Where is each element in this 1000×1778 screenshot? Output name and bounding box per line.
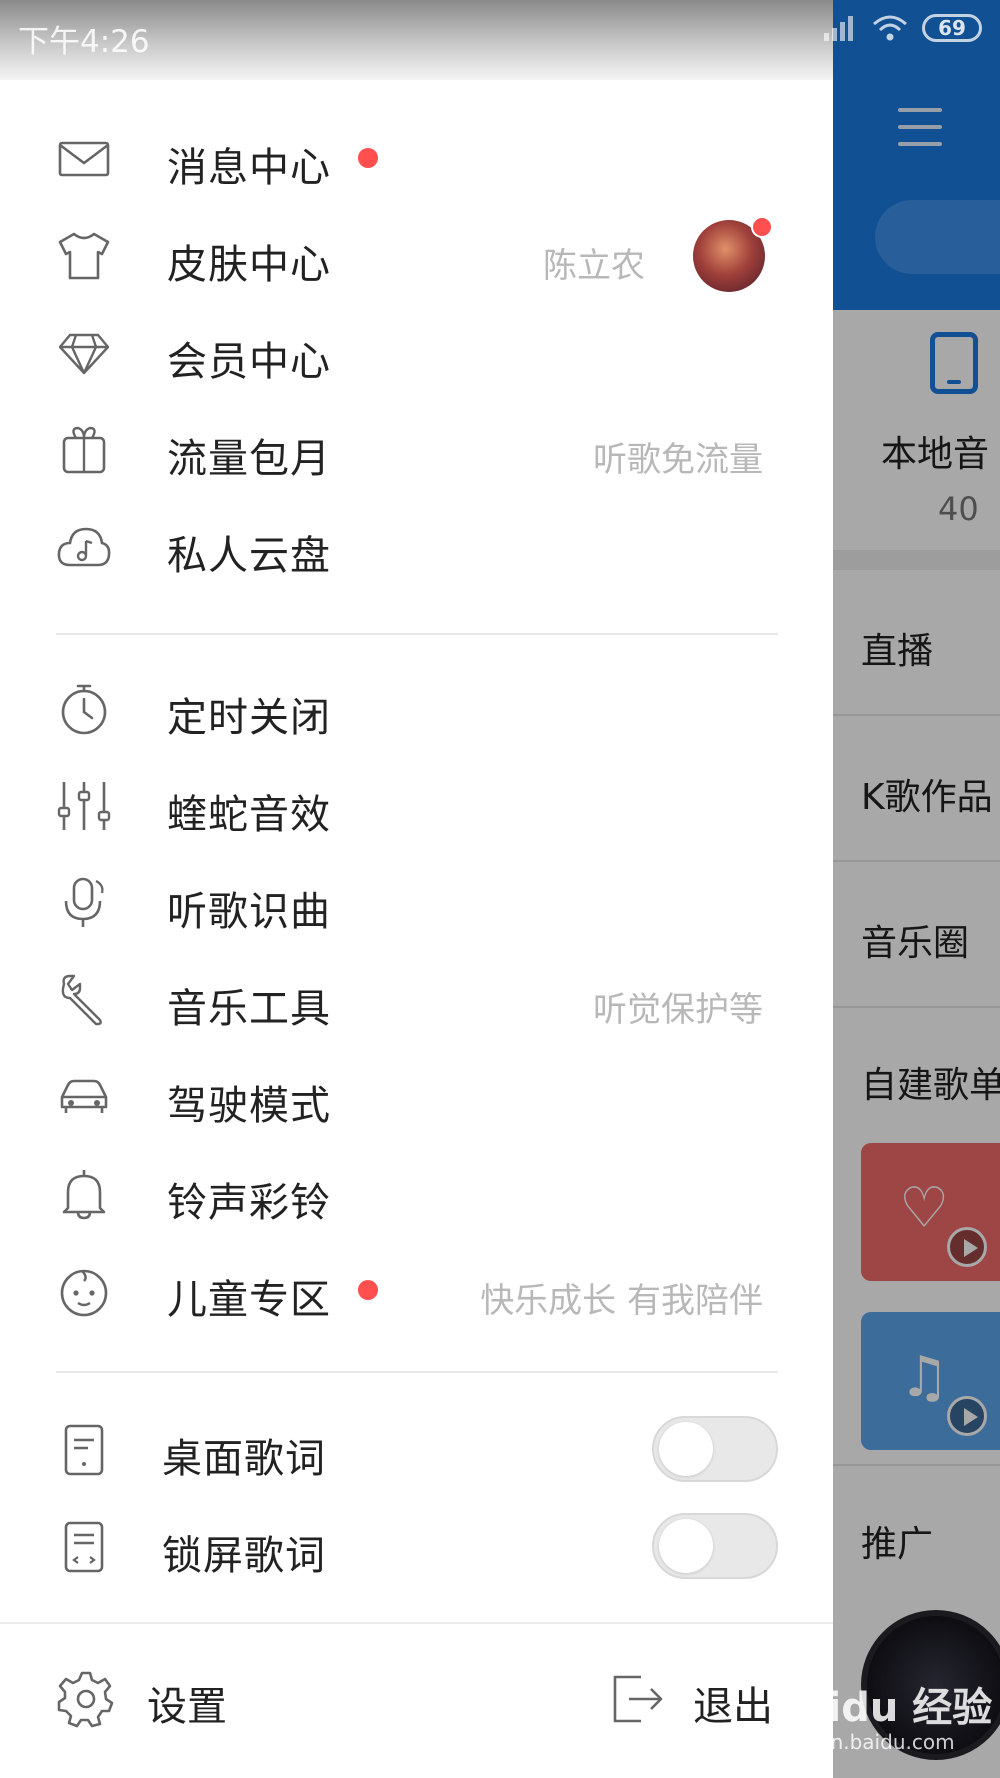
exit-button[interactable]: 退出 bbox=[693, 1674, 773, 1732]
menu-label: 消息中心 bbox=[167, 145, 331, 191]
drawer-bottom-bar: 设置 退出 bbox=[0, 1622, 833, 1778]
menu-item-music-tools[interactable]: 音乐工具 听觉保护等 bbox=[0, 954, 833, 1046]
lockscreen-lyrics-toggle[interactable] bbox=[652, 1513, 778, 1579]
menu-item-lockscreen-lyrics: 锁屏歌词 bbox=[0, 1501, 833, 1593]
tshirt-icon bbox=[56, 228, 112, 284]
baidu-watermark: Baidu 经验 bbox=[770, 1685, 993, 1731]
menu-item-sound-effects[interactable]: 蝰蛇音效 bbox=[0, 760, 833, 852]
exit-icon[interactable] bbox=[607, 1669, 667, 1729]
desktop-lyrics-toggle[interactable] bbox=[652, 1416, 778, 1482]
menu-label: 儿童专区 bbox=[167, 1277, 331, 1323]
notification-dot bbox=[358, 148, 378, 168]
menu-item-sleep-timer[interactable]: 定时关闭 bbox=[0, 663, 833, 755]
menu-label: 定时关闭 bbox=[167, 695, 331, 741]
envelope-icon bbox=[56, 131, 112, 187]
menu-label: 铃声彩铃 bbox=[167, 1180, 331, 1226]
menu-hint: 听歌免流量 bbox=[593, 440, 763, 480]
menu-item-skin-center[interactable]: 皮肤中心 陈立农 bbox=[0, 210, 833, 302]
equalizer-icon bbox=[56, 778, 112, 834]
menu-label: 流量包月 bbox=[167, 436, 331, 482]
notification-dot bbox=[751, 216, 773, 238]
toggle-knob bbox=[659, 1519, 713, 1573]
settings-button[interactable]: 设置 bbox=[147, 1674, 227, 1732]
current-skin-name: 陈立农 bbox=[543, 246, 645, 286]
toggle-knob bbox=[659, 1422, 713, 1476]
background-dim-overlay[interactable] bbox=[833, 0, 1000, 1778]
signal-icon bbox=[824, 15, 858, 41]
microphone-icon bbox=[56, 875, 112, 931]
diamond-icon bbox=[56, 325, 112, 381]
menu-hint: 快乐成长 有我陪伴 bbox=[480, 1281, 763, 1321]
menu-label: 蝰蛇音效 bbox=[167, 792, 331, 838]
status-bar: 下午4:26 69 bbox=[0, 0, 1000, 80]
menu-item-kids-zone[interactable]: 儿童专区 快乐成长 有我陪伴 bbox=[0, 1245, 833, 1337]
wrench-icon bbox=[56, 972, 112, 1028]
notification-dot bbox=[358, 1280, 378, 1300]
wifi-icon bbox=[873, 15, 907, 41]
side-drawer: 消息中心 皮肤中心 陈立农 会员中心 流量包月 听歌免流量 私人云盘 定时关闭 … bbox=[0, 80, 833, 1778]
menu-item-cloud-drive[interactable]: 私人云盘 bbox=[0, 501, 833, 593]
menu-label: 会员中心 bbox=[167, 339, 331, 385]
menu-label: 听歌识曲 bbox=[167, 889, 331, 935]
menu-label: 音乐工具 bbox=[167, 986, 331, 1032]
menu-label: 锁屏歌词 bbox=[162, 1533, 326, 1579]
menu-item-message-center[interactable]: 消息中心 bbox=[0, 113, 833, 205]
gift-icon bbox=[56, 422, 112, 478]
skin-avatar bbox=[693, 216, 773, 292]
menu-label: 桌面歌词 bbox=[162, 1436, 326, 1482]
status-time: 下午4:26 bbox=[18, 24, 150, 60]
battery-level: 69 bbox=[938, 16, 966, 40]
menu-item-data-plan[interactable]: 流量包月 听歌免流量 bbox=[0, 404, 833, 496]
menu-item-song-recognition[interactable]: 听歌识曲 bbox=[0, 857, 833, 949]
menu-item-desktop-lyrics: 桌面歌词 bbox=[0, 1404, 833, 1496]
menu-item-driving-mode[interactable]: 驾驶模式 bbox=[0, 1051, 833, 1143]
timer-icon bbox=[56, 681, 112, 737]
section-divider bbox=[56, 633, 778, 635]
desktop-lyrics-icon bbox=[56, 1422, 112, 1478]
menu-label: 驾驶模式 bbox=[167, 1083, 331, 1129]
menu-item-ringtones[interactable]: 铃声彩铃 bbox=[0, 1148, 833, 1240]
lockscreen-lyrics-icon bbox=[56, 1519, 112, 1575]
menu-item-vip-center[interactable]: 会员中心 bbox=[0, 307, 833, 399]
battery-icon: 69 bbox=[922, 14, 982, 42]
menu-hint: 听觉保护等 bbox=[593, 990, 763, 1030]
menu-label: 皮肤中心 bbox=[167, 242, 331, 288]
gear-icon[interactable] bbox=[56, 1669, 116, 1729]
baby-face-icon bbox=[56, 1263, 112, 1319]
cloud-music-icon bbox=[56, 519, 112, 575]
menu-label: 私人云盘 bbox=[167, 533, 331, 579]
watermark-url: jingyan.baidu.com bbox=[770, 1730, 955, 1754]
section-divider bbox=[56, 1371, 778, 1373]
car-icon bbox=[56, 1069, 112, 1125]
bell-icon bbox=[56, 1166, 112, 1222]
